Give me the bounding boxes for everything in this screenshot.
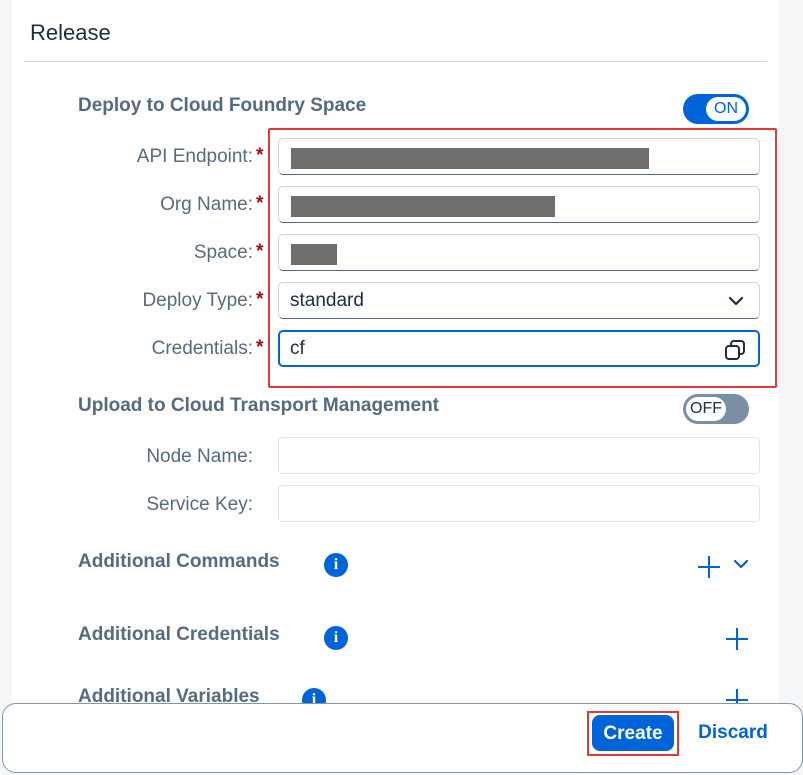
additional-credentials-title: Additional Credentials xyxy=(78,624,280,645)
credentials-value: cf xyxy=(290,338,305,359)
service-key-label: Service Key: xyxy=(146,494,253,515)
toggle-on-label: ON xyxy=(706,97,746,121)
additional-variables-title: Additional Variables xyxy=(78,686,260,703)
space-label: Space: xyxy=(193,242,253,263)
add-variable-icon[interactable] xyxy=(725,688,749,703)
add-credential-icon[interactable] xyxy=(725,627,749,651)
chevron-down-icon[interactable] xyxy=(727,292,745,310)
space-input[interactable] xyxy=(278,234,760,271)
node-name-input[interactable] xyxy=(278,437,760,474)
api-endpoint-label: API Endpoint: xyxy=(136,146,253,167)
additional-commands-title: Additional Commands xyxy=(78,551,280,572)
ctm-toggle[interactable]: OFF xyxy=(683,394,749,424)
discard-button[interactable]: Discard xyxy=(690,715,776,751)
footer-bar xyxy=(2,703,803,773)
deploy-type-select[interactable]: standard xyxy=(278,282,760,319)
service-key-input[interactable] xyxy=(278,485,760,522)
required-marker: * xyxy=(256,145,264,166)
deploy-cf-title: Deploy to Cloud Foundry Space xyxy=(78,95,367,116)
credentials-label: Credentials: xyxy=(151,338,253,359)
credentials-input[interactable]: cf xyxy=(278,330,760,367)
info-icon[interactable]: i xyxy=(324,553,348,577)
required-marker: * xyxy=(256,337,264,358)
org-name-label: Org Name: xyxy=(160,194,253,215)
value-help-icon[interactable] xyxy=(724,339,746,361)
node-name-label: Node Name: xyxy=(146,446,253,467)
required-marker: * xyxy=(256,289,264,310)
deploy-cf-toggle[interactable]: ON xyxy=(683,94,749,124)
required-marker: * xyxy=(256,193,264,214)
info-icon[interactable]: i xyxy=(324,626,348,650)
redacted-value xyxy=(291,244,337,265)
section-title: Release xyxy=(30,20,111,45)
create-button[interactable]: Create xyxy=(592,715,674,751)
toggle-off-label: OFF xyxy=(686,397,726,421)
redacted-value xyxy=(291,148,649,169)
section-divider xyxy=(24,61,767,62)
scroll-area[interactable]: Release Deploy to Cloud Foundry Space ON… xyxy=(0,0,803,703)
ctm-title: Upload to Cloud Transport Management xyxy=(78,395,440,416)
add-command-icon[interactable] xyxy=(697,555,721,579)
api-endpoint-input[interactable] xyxy=(278,138,760,175)
org-name-input[interactable] xyxy=(278,186,760,223)
chevron-down-icon[interactable] xyxy=(733,556,749,572)
required-marker: * xyxy=(256,241,264,262)
deploy-type-value: standard xyxy=(290,290,364,311)
deploy-type-label: Deploy Type: xyxy=(142,290,253,311)
redacted-value xyxy=(291,196,555,217)
